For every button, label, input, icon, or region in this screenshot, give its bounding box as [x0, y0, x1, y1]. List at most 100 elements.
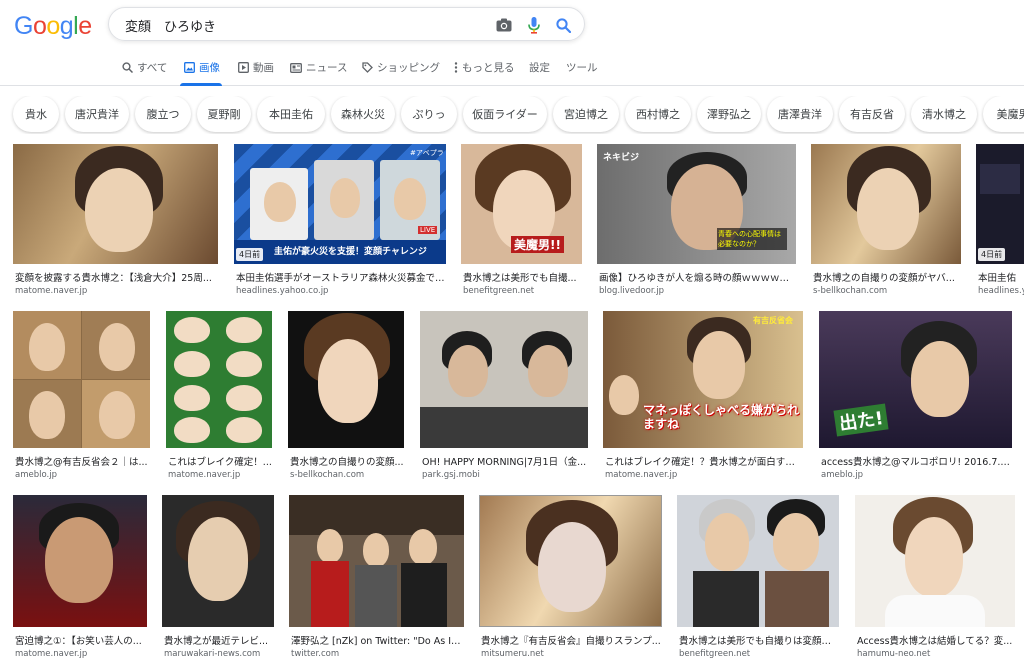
result-title[interactable]: 貴水博之は美形でも自撮...	[463, 270, 582, 284]
image-result[interactable]: 澤野弘之 [nZk] on Twitter: "Do As Infini... …	[289, 495, 464, 665]
result-title[interactable]: これはブレイク確定！...	[168, 454, 272, 468]
image-result[interactable]: 貴水博之が最近テレビ... maruwakari-news.com	[162, 495, 274, 665]
google-logo[interactable]: Google	[14, 12, 92, 41]
hashtag-text: #アベプラ	[410, 149, 444, 157]
video-icon	[238, 62, 249, 73]
result-title[interactable]: OH! HAPPY MORNING|7月1日（金...	[422, 454, 588, 468]
result-thumbnail[interactable]: 出た!	[819, 311, 1012, 448]
result-title[interactable]: Access貴水博之は結婚してる？変...	[857, 633, 1015, 647]
search-box[interactable]: 変顔 ひろゆき	[108, 7, 585, 41]
chip[interactable]: 有吉反省	[839, 96, 905, 132]
chip[interactable]: 本田圭佑	[257, 96, 325, 132]
chip[interactable]: 清水博之	[911, 96, 977, 132]
chip[interactable]: ぷりっ	[401, 96, 457, 132]
result-thumbnail[interactable]: 圭佑が豪火災を支援！変顔チャレンジ LIVE #アベプラ 4日前	[234, 144, 446, 264]
microphone-icon[interactable]	[523, 14, 545, 36]
result-thumbnail[interactable]: 美魔男!!	[461, 144, 582, 264]
result-title[interactable]: これはブレイク確定！？貴水博之が面白すぎ...	[605, 454, 803, 468]
chip[interactable]: 腹立つ	[135, 96, 191, 132]
result-thumbnail[interactable]: 有吉反省会 マネっぽくしゃべる嫌がられますね	[603, 311, 803, 448]
image-result[interactable]: 貴水博之の自撮りの変顔... s-bellkochan.com	[288, 311, 404, 481]
result-title[interactable]: 澤野弘之 [nZk] on Twitter: "Do As Infini...	[291, 633, 464, 647]
chip[interactable]: 森林火災	[331, 96, 395, 132]
tab-images[interactable]: 画像	[184, 60, 220, 75]
result-thumbnail[interactable]	[420, 311, 588, 448]
search-tabs: すべて 画像 動画 ニュース ショッピング もっと見る 設定 ツール	[0, 56, 1024, 86]
result-source: blog.livedoor.jp	[599, 286, 665, 296]
result-title[interactable]: 本田圭佑選手がオーストラリア森林火災募金で"...	[236, 270, 446, 284]
result-thumbnail[interactable]	[289, 495, 464, 627]
result-title[interactable]: 宮迫博之①：【お笑い芸人の...	[15, 633, 147, 647]
chip[interactable]: 唐沢貴洋	[65, 96, 129, 132]
result-thumbnail[interactable]	[13, 495, 147, 627]
image-result[interactable]: 美魔男!! 貴水博之は美形でも自撮... benefitgreen.net	[461, 144, 582, 300]
result-source: matome.naver.jp	[15, 649, 88, 659]
tab-label: ショッピング	[377, 62, 440, 74]
image-result[interactable]: 貴水博之は美形でも自撮りは変顔？... benefitgreen.net	[677, 495, 839, 665]
chip[interactable]: 貴水	[13, 96, 59, 132]
result-source: park.gsj.mobi	[422, 470, 480, 480]
result-thumbnail[interactable]	[13, 311, 150, 448]
result-thumbnail[interactable]: ネキビジ 青春への心配事情は必要なのか？	[597, 144, 796, 264]
result-source: benefitgreen.net	[679, 649, 751, 659]
result-title[interactable]: 画像】ひろゆきが人を煽る時の顔ｗｗｗｗｗ...	[599, 270, 796, 284]
result-thumbnail[interactable]	[288, 311, 404, 448]
tab-news[interactable]: ニュース	[290, 60, 347, 75]
tab-label: 画像	[199, 62, 220, 74]
image-result[interactable]: 貴水博之@有吉反省会２｜は... ameblo.jp	[13, 311, 150, 481]
search-icon[interactable]	[552, 14, 574, 36]
image-result[interactable]: 出た! access貴水博之@マルコポロリ! 2016.7.31 ... ame…	[819, 311, 1012, 481]
chip[interactable]: 西村博之	[625, 96, 691, 132]
result-thumbnail[interactable]	[162, 495, 274, 627]
tab-all[interactable]: すべて	[122, 60, 167, 75]
camera-icon[interactable]	[493, 14, 515, 36]
image-result[interactable]: ネキビジ 青春への心配事情は必要なのか？ 画像】ひろゆきが人を煽る時の顔ｗｗｗｗ…	[597, 144, 796, 300]
result-thumbnail[interactable]	[677, 495, 839, 627]
date-badge: 4日前	[236, 248, 264, 261]
image-result[interactable]: 有吉反省会 マネっぽくしゃべる嫌がられますね これはブレイク確定！？貴水博之が面…	[603, 311, 803, 481]
result-thumbnail[interactable]: 4日前	[976, 144, 1024, 264]
image-result[interactable]: Access貴水博之は結婚してる？変... hamumu-neo.net	[855, 495, 1015, 665]
search-input[interactable]: 変顔 ひろゆき	[125, 16, 216, 35]
tab-settings[interactable]: 設定	[529, 60, 550, 75]
result-source: ameblo.jp	[15, 470, 57, 480]
result-title[interactable]: 貴水博之が最近テレビ...	[164, 633, 274, 647]
tab-shopping[interactable]: ショッピング	[362, 60, 440, 75]
result-title[interactable]: 本田圭佑	[978, 270, 1024, 284]
result-thumbnail[interactable]	[811, 144, 961, 264]
chip[interactable]: 宮迫博之	[553, 96, 619, 132]
tag-icon	[362, 62, 373, 73]
result-source: headlines.ya	[978, 286, 1024, 296]
result-source: matome.naver.jp	[168, 470, 241, 480]
result-title[interactable]: 貴水博之の自撮りの変顔がヤバ...	[813, 270, 961, 284]
chip[interactable]: 唐澤貴洋	[767, 96, 833, 132]
result-title[interactable]: access貴水博之@マルコポロリ! 2016.7.31 ...	[821, 454, 1012, 468]
result-title[interactable]: 貴水博之@有吉反省会２｜は...	[15, 454, 150, 468]
chip[interactable]: 仮面ライダー	[463, 96, 547, 132]
result-thumbnail[interactable]	[855, 495, 1015, 627]
image-result[interactable]: 4日前 本田圭佑 headlines.ya	[976, 144, 1024, 300]
active-tab-indicator	[180, 83, 222, 86]
result-title[interactable]: 貴水博之は美形でも自撮りは変顔？...	[679, 633, 839, 647]
tab-videos[interactable]: 動画	[238, 60, 274, 75]
image-result[interactable]: 変顔を披露する貴水博之：【浅倉大介】25周... matome.naver.jp	[13, 144, 218, 300]
result-source: maruwakari-news.com	[164, 649, 261, 659]
news-icon	[290, 62, 302, 73]
result-title[interactable]: 貴水博之の自撮りの変顔...	[290, 454, 404, 468]
result-title[interactable]: 変顔を披露する貴水博之：【浅倉大介】25周...	[15, 270, 218, 284]
tab-more[interactable]: もっと見る	[454, 60, 515, 75]
result-thumbnail[interactable]	[166, 311, 272, 448]
image-result[interactable]: 宮迫博之①：【お笑い芸人の... matome.naver.jp	[13, 495, 147, 665]
result-title[interactable]: 貴水博之『有吉反省会』自撮りスランプ...	[481, 633, 662, 647]
image-result[interactable]: 貴水博之の自撮りの変顔がヤバ... s-bellkochan.com	[811, 144, 961, 300]
chip[interactable]: 美魔男	[983, 96, 1024, 132]
image-result[interactable]: これはブレイク確定！... matome.naver.jp	[166, 311, 272, 481]
chip[interactable]: 澤野弘之	[697, 96, 761, 132]
result-thumbnail[interactable]	[479, 495, 662, 627]
image-result[interactable]: OH! HAPPY MORNING|7月1日（金... park.gsj.mob…	[420, 311, 588, 481]
image-result[interactable]: 圭佑が豪火災を支援！変顔チャレンジ LIVE #アベプラ 4日前 本田圭佑選手が…	[234, 144, 446, 300]
tab-tools[interactable]: ツール	[566, 60, 598, 75]
image-result[interactable]: 貴水博之『有吉反省会』自撮りスランプ... mitsumeru.net	[479, 495, 662, 665]
result-thumbnail[interactable]	[13, 144, 218, 264]
chip[interactable]: 夏野剛	[197, 96, 251, 132]
